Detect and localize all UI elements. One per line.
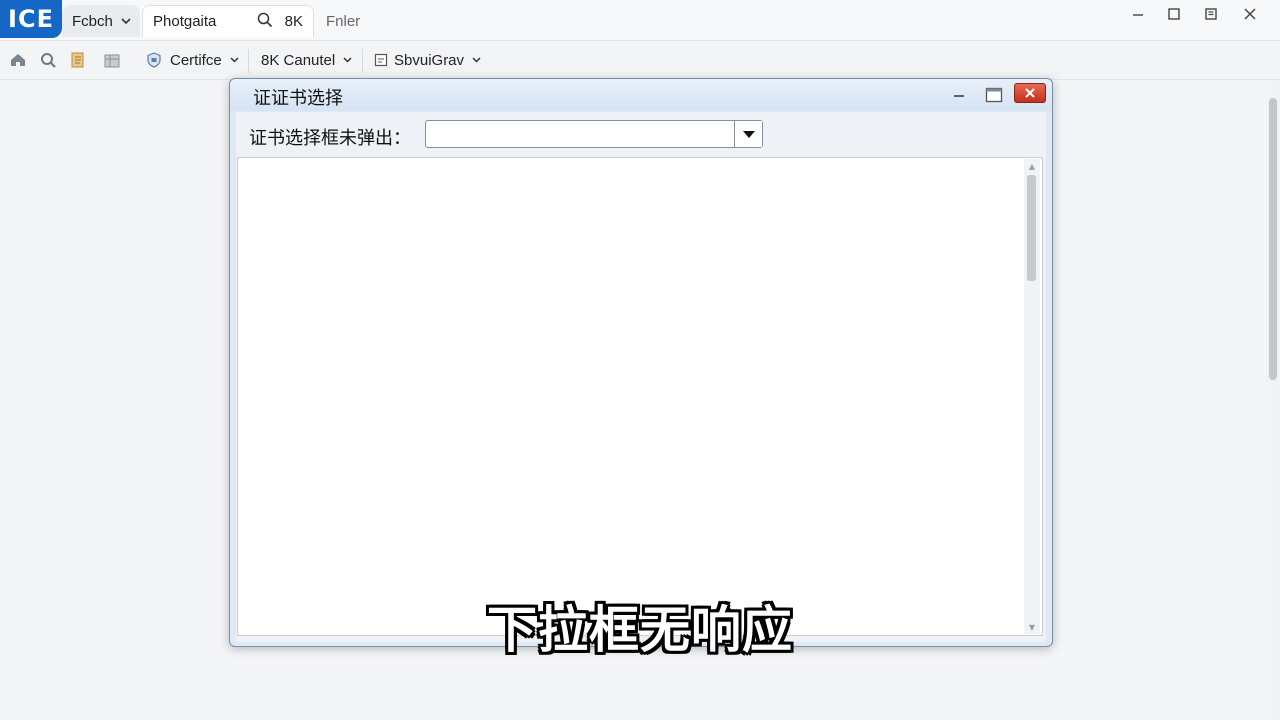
certificate-combobox-value[interactable]	[432, 125, 728, 143]
combobox-dropdown-button[interactable]	[734, 121, 762, 147]
certificate-dialog: 证证书选择 证书选择框未弹出： ▲ ▼	[229, 78, 1053, 647]
toolbar: Certifce 8K Canutel SbvuiGrav	[0, 41, 1280, 80]
tab-label: Photgaita	[153, 13, 217, 30]
table-icon[interactable]	[102, 50, 122, 70]
maximize-icon[interactable]	[1156, 2, 1192, 26]
tab-fnler[interactable]: Fnler	[316, 5, 386, 37]
dialog-body: 证书选择框未弹出： ▲ ▼	[236, 112, 1046, 642]
certificate-list[interactable]: ▲ ▼	[237, 157, 1043, 636]
app-logo: ICE	[0, 0, 62, 38]
search-icon[interactable]	[257, 12, 273, 32]
chevron-down-icon	[230, 55, 239, 66]
home-icon[interactable]	[8, 50, 28, 70]
tab-label: Fnler	[326, 12, 361, 30]
canutel-button[interactable]: 8K Canutel	[255, 47, 358, 73]
window-icon	[374, 53, 388, 67]
list-scrollbar[interactable]: ▲ ▼	[1024, 159, 1040, 634]
close-icon[interactable]	[1232, 2, 1268, 26]
dialog-minimize-icon[interactable]	[946, 84, 972, 106]
subtitle-caption: 下拉框无响应	[487, 601, 793, 659]
refresh-icon[interactable]	[38, 50, 58, 70]
certificate-icon	[146, 52, 162, 68]
tab-label: Fcbch	[72, 12, 113, 30]
tab-photgaita[interactable]: Photgaita 8K	[142, 5, 314, 37]
page-scrollbar-thumb[interactable]	[1269, 98, 1277, 380]
chevron-down-icon	[472, 55, 481, 66]
minimize-icon[interactable]	[1120, 2, 1156, 26]
chevron-down-icon[interactable]	[121, 15, 131, 27]
certificate-combobox[interactable]	[425, 120, 763, 148]
dialog-maximize-icon[interactable]	[981, 84, 1007, 106]
toolbar-divider	[248, 49, 249, 73]
sbvuigrav-button[interactable]: SbvuiGrav	[368, 47, 487, 73]
chevron-down-icon	[742, 130, 756, 139]
title-bar: ICE Fcbch Photgaita 8K Fnler	[0, 0, 1280, 41]
dialog-close-icon[interactable]	[1014, 83, 1046, 103]
restore-icon[interactable]	[1193, 2, 1229, 26]
tab-fcbch[interactable]: Fcbch	[62, 5, 140, 37]
toolbar-divider	[362, 49, 363, 73]
sbvuigrav-label: SbvuiGrav	[394, 51, 465, 69]
certificate-button[interactable]: Certifce	[140, 47, 245, 73]
chevron-down-icon	[343, 55, 352, 66]
canutel-label: 8K Canutel	[261, 51, 336, 69]
scroll-up-icon[interactable]: ▲	[1024, 159, 1040, 173]
list-scrollbar-thumb[interactable]	[1027, 175, 1036, 281]
tab-extra-label: 8K	[284, 13, 303, 30]
certificate-field-label: 证书选择框未弹出：	[249, 128, 411, 149]
dialog-title-bar[interactable]: 证证书选择	[230, 79, 1052, 111]
certificate-label: Certifce	[170, 51, 222, 69]
dialog-title: 证证书选择	[253, 88, 343, 109]
document-icon[interactable]	[68, 50, 88, 70]
